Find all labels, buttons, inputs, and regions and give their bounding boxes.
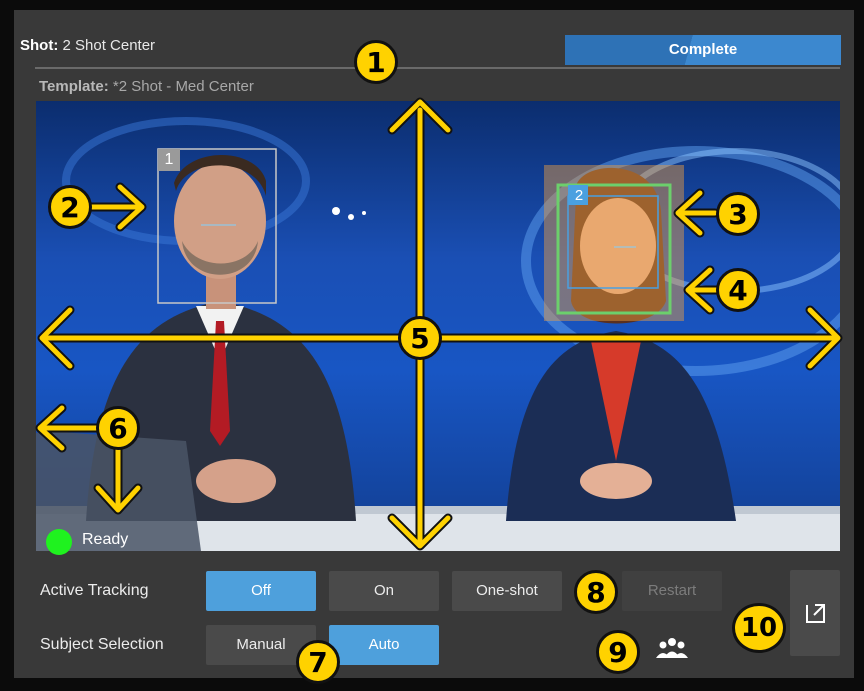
shot-key: Shot:: [20, 37, 59, 54]
ready-indicator-icon: [46, 529, 72, 555]
ready-status: Ready: [82, 531, 129, 548]
callout-9: 9: [596, 630, 640, 674]
subject-auto-button[interactable]: Auto: [329, 625, 439, 665]
callout-7: 7: [296, 640, 340, 684]
tracking-oneshot-button[interactable]: One-shot: [452, 571, 562, 611]
tracking-off-button[interactable]: Off: [206, 571, 316, 611]
active-tracking-label: Active Tracking: [40, 582, 149, 599]
shot-label: Shot: 2 Shot Center: [20, 37, 155, 54]
face-1-number: 1: [164, 151, 174, 168]
callout-8: 8: [574, 570, 618, 614]
divider: [35, 67, 840, 69]
external-link-button[interactable]: [790, 570, 840, 656]
subject-selection-label: Subject Selection: [40, 636, 164, 653]
tracking-restart-button[interactable]: Restart: [622, 571, 722, 611]
callout-5: 5: [398, 316, 442, 360]
template-value: *2 Shot - Med Center: [112, 78, 254, 95]
callout-4: 4: [716, 268, 760, 312]
face-2-number: 2: [574, 187, 584, 204]
status-bar: Complete: [565, 35, 841, 65]
callout-1: 1: [354, 40, 398, 84]
template-key: Template:: [39, 78, 109, 95]
shot-value: 2 Shot Center: [62, 37, 156, 54]
template-label: Template: *2 Shot - Med Center: [39, 78, 254, 95]
people-group-icon-button[interactable]: [652, 636, 692, 662]
callout-3: 3: [716, 192, 760, 236]
callout-2: 2: [48, 185, 92, 229]
external-link-icon: [806, 604, 825, 623]
callout-10: 10: [732, 603, 786, 653]
tracking-on-button[interactable]: On: [329, 571, 439, 611]
callout-6: 6: [96, 406, 140, 450]
